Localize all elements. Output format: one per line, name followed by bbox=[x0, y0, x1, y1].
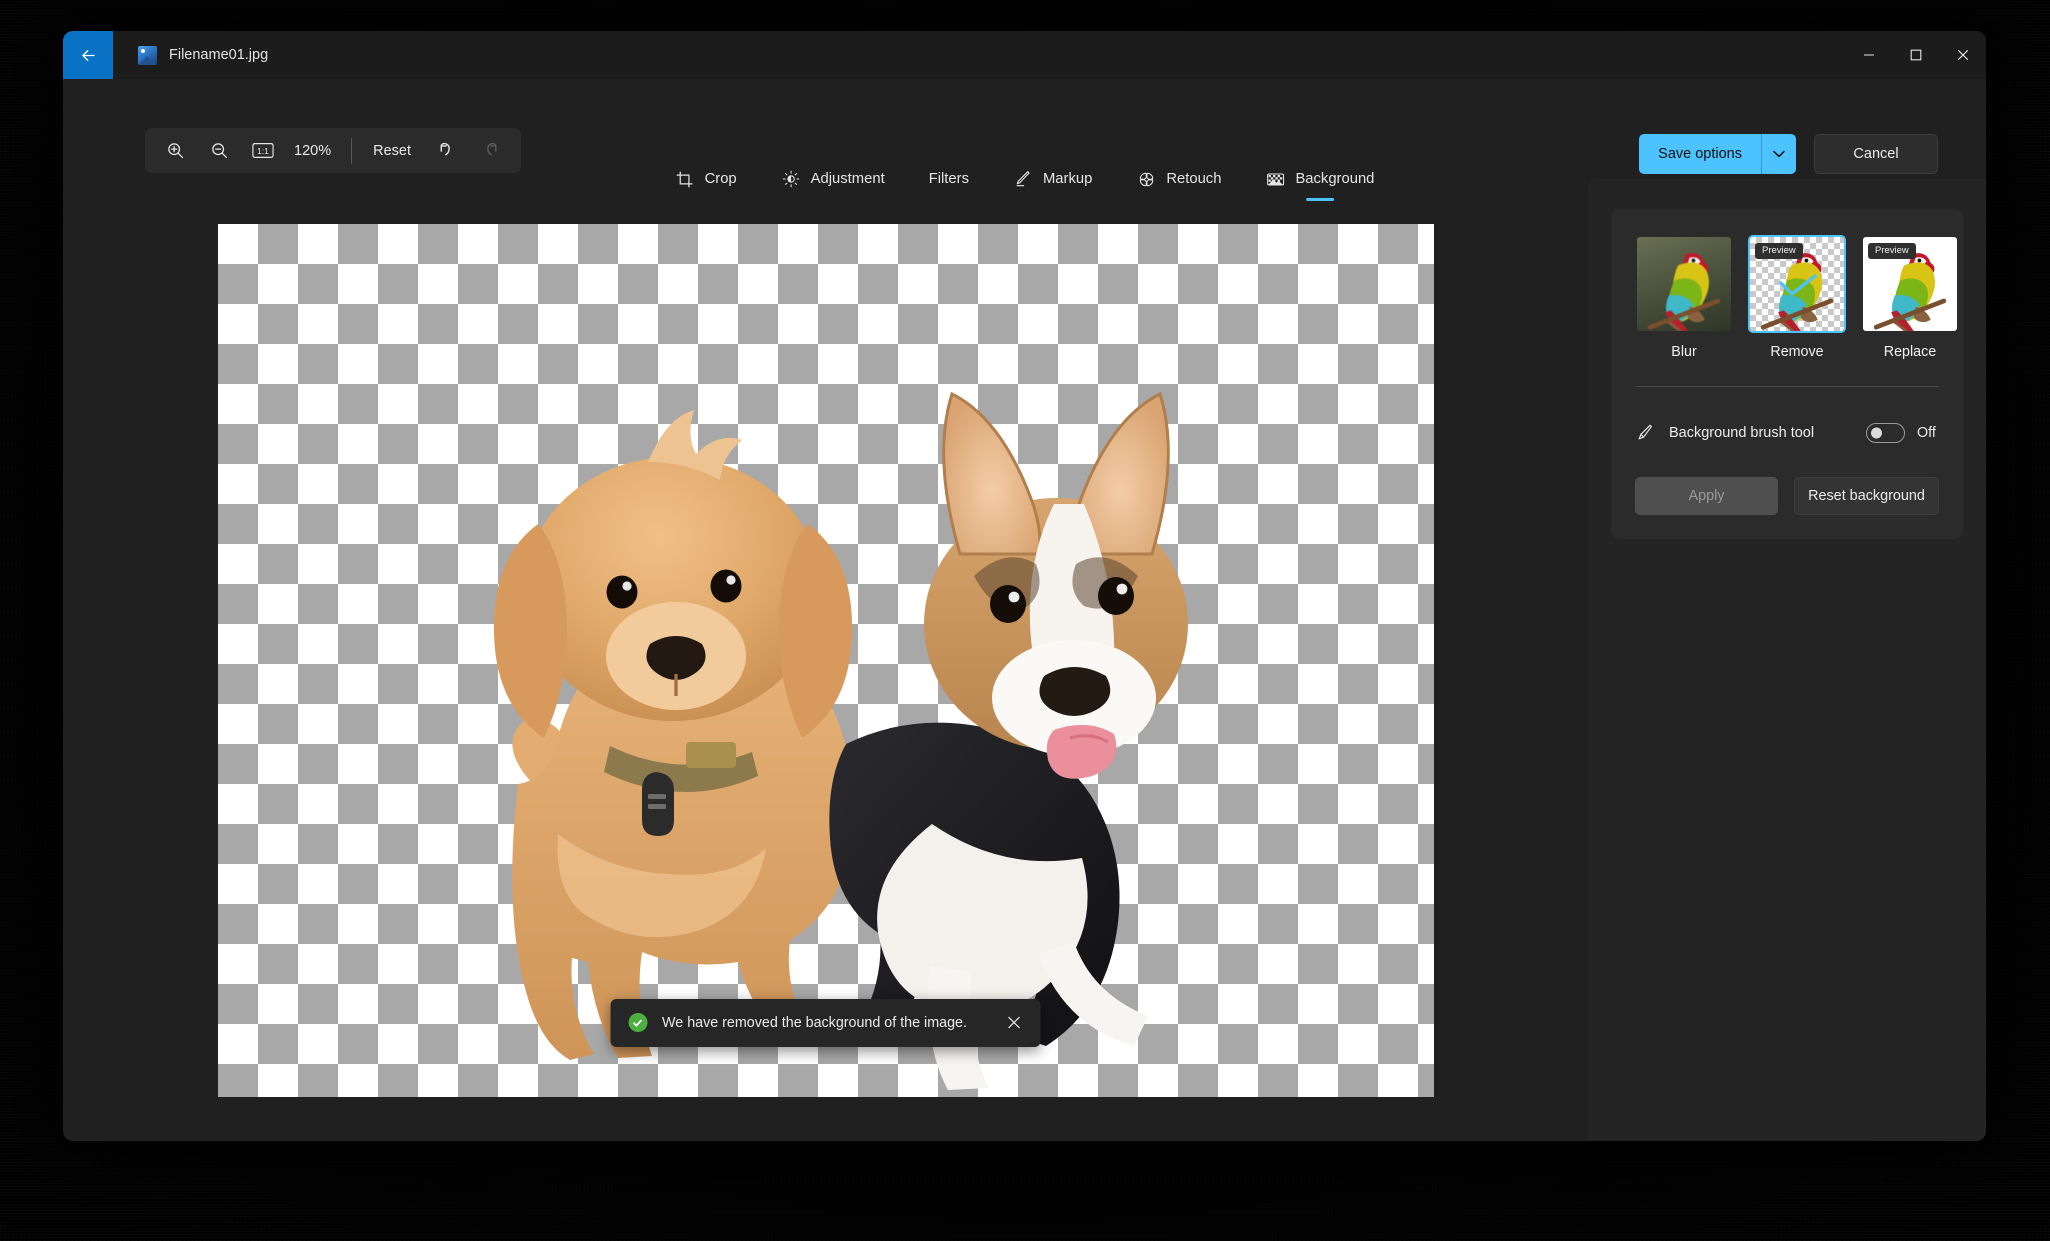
photos-editor-window: Filename01.jpg 1:1 120% Reset Crop Adjus… bbox=[63, 31, 1986, 1141]
chevron-down-icon[interactable] bbox=[1762, 134, 1796, 174]
image-canvas[interactable]: We have removed the background of the im… bbox=[217, 223, 1434, 1097]
background-brush-toggle[interactable]: Off bbox=[1866, 423, 1939, 443]
redo-button[interactable] bbox=[470, 133, 512, 169]
toast-notification: We have removed the background of the im… bbox=[610, 998, 1041, 1047]
window-controls bbox=[1845, 31, 1986, 79]
maximize-icon bbox=[1910, 49, 1921, 61]
edited-photo-subject bbox=[493, 391, 1188, 1090]
window-title: Filename01.jpg bbox=[169, 47, 269, 63]
toolbar-actions: Save options Cancel bbox=[1639, 134, 1938, 174]
toggle-state-label: Off bbox=[1917, 425, 1936, 441]
background-brush-label: Background brush tool bbox=[1669, 425, 1815, 441]
remove-label: Remove bbox=[1770, 344, 1824, 360]
background-brush-row: Background brush tool Off bbox=[1635, 417, 1939, 449]
corgi-dog bbox=[828, 391, 1188, 1090]
parrot-preview-image bbox=[1647, 253, 1721, 331]
image-file-icon bbox=[138, 45, 157, 65]
back-arrow-icon bbox=[81, 49, 95, 61]
background-option-remove[interactable]: Preview Remove bbox=[1748, 235, 1846, 360]
toolbar: 1:1 120% Reset Crop Adjustment Filters M… bbox=[63, 79, 1986, 201]
background-options-card: Blur Preview Remove Preview Replace Back… bbox=[1611, 209, 1963, 539]
toast-message: We have removed the background of the im… bbox=[662, 1014, 967, 1031]
redo-icon bbox=[487, 142, 497, 156]
maximize-button[interactable] bbox=[1892, 31, 1939, 79]
one-to-one-icon: 1:1 bbox=[252, 143, 274, 158]
minimize-icon bbox=[1863, 54, 1874, 56]
panel-action-buttons: Apply Reset background bbox=[1635, 477, 1939, 515]
apply-button[interactable]: Apply bbox=[1635, 477, 1778, 515]
cancel-button[interactable]: Cancel bbox=[1814, 134, 1938, 174]
minimize-button[interactable] bbox=[1845, 31, 1892, 79]
undo-icon bbox=[441, 142, 451, 156]
brush-icon bbox=[1635, 424, 1659, 443]
zoom-in-icon bbox=[167, 143, 183, 159]
zoom-out-icon bbox=[211, 143, 227, 159]
toggle-switch[interactable] bbox=[1866, 423, 1905, 443]
svg-text:1:1: 1:1 bbox=[257, 146, 269, 156]
success-check-icon bbox=[628, 1013, 648, 1032]
zoom-controls-group: 1:1 120% Reset bbox=[145, 128, 521, 173]
save-options-button[interactable]: Save options bbox=[1639, 134, 1796, 174]
zoom-out-button[interactable] bbox=[198, 133, 240, 169]
reset-background-button[interactable]: Reset background bbox=[1794, 477, 1939, 515]
preview-badge: Preview bbox=[1868, 243, 1916, 259]
goldendoodle-dog bbox=[493, 409, 854, 1060]
title-area: Filename01.jpg bbox=[113, 31, 268, 79]
save-options-label: Save options bbox=[1658, 146, 1742, 162]
actual-size-button[interactable]: 1:1 bbox=[242, 133, 284, 169]
selected-check-icon bbox=[1778, 273, 1818, 304]
canvas-area: We have removed the background of the im… bbox=[63, 179, 1588, 1141]
preview-badge: Preview bbox=[1755, 243, 1803, 259]
zoom-in-button[interactable] bbox=[154, 133, 196, 169]
toggle-knob bbox=[1871, 427, 1882, 439]
background-panel: Blur Preview Remove Preview Replace Back… bbox=[1588, 179, 1986, 1141]
undo-button[interactable] bbox=[426, 133, 468, 169]
titlebar: Filename01.jpg bbox=[63, 31, 1986, 79]
replace-label: Replace bbox=[1883, 344, 1937, 360]
reset-zoom-button[interactable]: Reset bbox=[360, 136, 424, 166]
blur-thumbnail bbox=[1635, 235, 1733, 333]
zoom-level-value: 120% bbox=[294, 142, 332, 159]
replace-thumbnail: Preview bbox=[1861, 235, 1959, 333]
background-option-replace[interactable]: Preview Replace bbox=[1861, 235, 1959, 360]
background-option-blur[interactable]: Blur bbox=[1635, 235, 1733, 360]
background-option-list: Blur Preview Remove Preview Replace bbox=[1635, 235, 1957, 360]
toolbar-divider bbox=[351, 137, 353, 164]
close-icon bbox=[1957, 49, 1968, 61]
blur-label: Blur bbox=[1671, 344, 1697, 360]
back-button[interactable] bbox=[63, 31, 113, 79]
panel-divider bbox=[1635, 386, 1939, 387]
close-button[interactable] bbox=[1939, 31, 1986, 79]
toast-close-button[interactable] bbox=[1004, 1012, 1025, 1033]
remove-thumbnail: Preview bbox=[1748, 235, 1846, 333]
